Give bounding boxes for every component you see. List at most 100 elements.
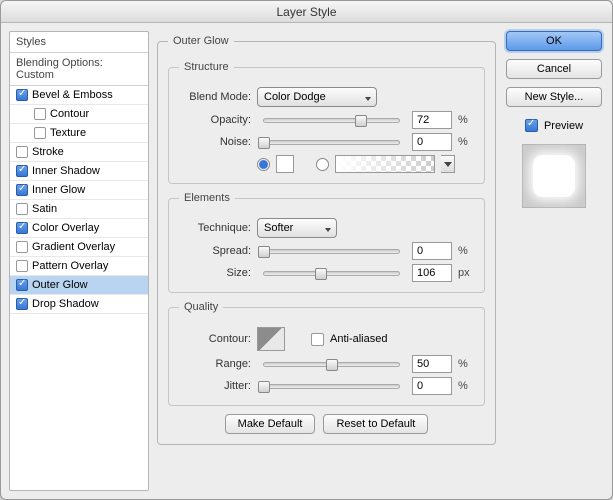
default-buttons: Make Default Reset to Default (168, 414, 485, 434)
sidebar-header-styles[interactable]: Styles (10, 32, 148, 53)
reset-default-button[interactable]: Reset to Default (323, 414, 428, 434)
preview-blob-icon (533, 155, 575, 197)
sidebar-item-label: Inner Shadow (32, 165, 100, 177)
opacity-unit: % (458, 114, 474, 126)
spread-label: Spread: (179, 245, 251, 257)
checkbox-icon[interactable] (16, 203, 28, 215)
panel-title: Outer Glow (168, 35, 234, 47)
antialias-label: Anti-aliased (330, 333, 387, 345)
right-column: OK Cancel New Style... Preview (504, 31, 604, 491)
new-style-button[interactable]: New Style... (506, 87, 602, 107)
checkbox-icon[interactable] (16, 146, 28, 158)
sidebar-item-gradient-overlay[interactable]: Gradient Overlay (10, 238, 148, 257)
contour-swatch[interactable] (257, 327, 285, 351)
preview-thumbnail (522, 144, 586, 208)
gradient-radio[interactable] (316, 158, 329, 171)
gradient-swatch[interactable] (335, 155, 435, 173)
noise-field[interactable] (412, 133, 452, 151)
checkbox-icon[interactable] (16, 184, 28, 196)
contour-label: Contour: (179, 333, 251, 345)
ok-button[interactable]: OK (506, 31, 602, 51)
sidebar-item-texture[interactable]: Texture (10, 124, 148, 143)
antialias-checkbox[interactable] (311, 333, 324, 346)
jitter-label: Jitter: (179, 380, 251, 392)
size-field[interactable] (412, 264, 452, 282)
jitter-unit: % (458, 380, 474, 392)
range-label: Range: (179, 358, 251, 370)
styles-sidebar: Styles Blending Options: Custom Bevel & … (9, 31, 149, 491)
cancel-button[interactable]: Cancel (506, 59, 602, 79)
sidebar-item-outer-glow[interactable]: Outer Glow (10, 276, 148, 295)
sidebar-item-label: Drop Shadow (32, 298, 99, 310)
size-label: Size: (179, 267, 251, 279)
jitter-slider[interactable] (263, 384, 400, 389)
sidebar-header-blending[interactable]: Blending Options: Custom (10, 53, 148, 86)
make-default-button[interactable]: Make Default (225, 414, 316, 434)
spread-slider[interactable] (263, 249, 400, 254)
dialog-title: Layer Style (1, 1, 612, 23)
sidebar-item-label: Outer Glow (32, 279, 88, 291)
opacity-slider[interactable] (263, 118, 400, 123)
sidebar-item-color-overlay[interactable]: Color Overlay (10, 219, 148, 238)
checkbox-icon[interactable] (16, 241, 28, 253)
dialog-content: Styles Blending Options: Custom Bevel & … (1, 23, 612, 499)
sidebar-item-contour[interactable]: Contour (10, 105, 148, 124)
spread-unit: % (458, 245, 474, 257)
technique-select-wrap: Softer (257, 218, 337, 238)
sidebar-item-inner-shadow[interactable]: Inner Shadow (10, 162, 148, 181)
noise-unit: % (458, 136, 474, 148)
elements-group: Elements Technique: Softer Spread: (168, 192, 485, 293)
sidebar-item-label: Inner Glow (32, 184, 85, 196)
sidebar-item-inner-glow[interactable]: Inner Glow (10, 181, 148, 200)
sidebar-item-label: Texture (50, 127, 86, 139)
checkbox-icon[interactable] (16, 165, 28, 177)
size-unit: px (458, 267, 474, 279)
blend-mode-select-wrap: Color Dodge (257, 87, 377, 107)
checkbox-icon[interactable] (34, 127, 46, 139)
gradient-dropdown[interactable] (441, 155, 455, 173)
sidebar-item-label: Color Overlay (32, 222, 99, 234)
sidebar-item-label: Bevel & Emboss (32, 89, 113, 101)
spread-field[interactable] (412, 242, 452, 260)
checkbox-icon[interactable] (16, 260, 28, 272)
sidebar-item-bevel-emboss[interactable]: Bevel & Emboss (10, 86, 148, 105)
opacity-field[interactable] (412, 111, 452, 129)
checkbox-icon[interactable] (16, 89, 28, 101)
quality-legend: Quality (179, 301, 223, 313)
sidebar-item-label: Pattern Overlay (32, 260, 108, 272)
layer-style-dialog: Layer Style Styles Blending Options: Cus… (0, 0, 613, 500)
checkbox-icon[interactable] (16, 279, 28, 291)
range-unit: % (458, 358, 474, 370)
settings-panel: Outer Glow Structure Blend Mode: Color D… (157, 31, 496, 491)
sidebar-item-label: Stroke (32, 146, 64, 158)
structure-group: Structure Blend Mode: Color Dodge Opacit… (168, 61, 485, 184)
checkbox-icon[interactable] (16, 298, 28, 310)
checkbox-icon[interactable] (16, 222, 28, 234)
outer-glow-group: Outer Glow Structure Blend Mode: Color D… (157, 35, 496, 445)
sidebar-item-label: Contour (50, 108, 89, 120)
checkbox-icon[interactable] (34, 108, 46, 120)
sidebar-item-label: Satin (32, 203, 57, 215)
sidebar-item-stroke[interactable]: Stroke (10, 143, 148, 162)
technique-select[interactable]: Softer (257, 218, 337, 238)
preview-checkbox[interactable] (525, 119, 538, 132)
jitter-field[interactable] (412, 377, 452, 395)
sidebar-item-satin[interactable]: Satin (10, 200, 148, 219)
sidebar-item-label: Gradient Overlay (32, 241, 115, 253)
range-field[interactable] (412, 355, 452, 373)
opacity-label: Opacity: (179, 114, 251, 126)
size-slider[interactable] (263, 271, 400, 276)
blend-mode-select[interactable]: Color Dodge (257, 87, 377, 107)
technique-label: Technique: (179, 222, 251, 234)
sidebar-item-drop-shadow[interactable]: Drop Shadow (10, 295, 148, 314)
range-slider[interactable] (263, 362, 400, 367)
preview-label: Preview (544, 120, 583, 132)
color-radio[interactable] (257, 158, 270, 171)
noise-label: Noise: (179, 136, 251, 148)
quality-group: Quality Contour: Anti-aliased Range: % (168, 301, 485, 406)
noise-slider[interactable] (263, 140, 400, 145)
structure-legend: Structure (179, 61, 234, 73)
sidebar-item-pattern-overlay[interactable]: Pattern Overlay (10, 257, 148, 276)
elements-legend: Elements (179, 192, 235, 204)
color-swatch[interactable] (276, 155, 294, 173)
